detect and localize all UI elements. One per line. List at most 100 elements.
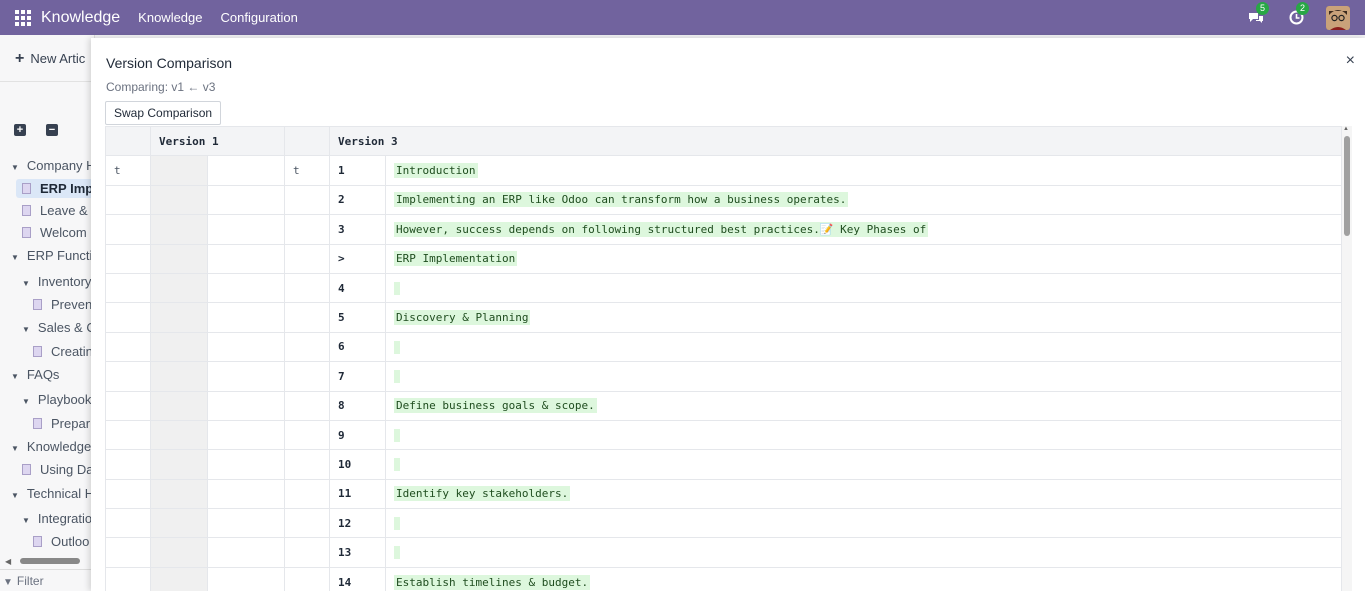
diff-vertical-scrollbar[interactable]: ▲ [1342,126,1352,591]
caret-down-icon: ▼ [22,516,30,525]
caret-down-icon: ▼ [11,163,19,172]
right-text-cell: Identify key stakeholders. [385,478,1342,510]
tree-doc-creating[interactable]: Creatin [33,344,93,359]
inserted-empty-line [394,428,401,442]
tree-folder-faqs[interactable]: ▼ FAQs [11,367,59,382]
diff-row: > ERP Implementation [105,243,1342,274]
scroll-left-icon[interactable]: ◀ [5,557,11,566]
app-brand[interactable]: Knowledge [41,9,120,27]
diff-row: 14 Establish timelines & budget. [105,566,1342,591]
caret-down-icon: ▼ [22,279,30,288]
new-article-label: New Artic [30,51,86,66]
menu-knowledge[interactable]: Knowledge [138,10,202,25]
tree-doc-outlook[interactable]: Outloo [33,534,89,549]
diff-table-container[interactable]: Version 1 Version 3 t t 1 Introduction 2 Impl… [105,126,1342,591]
tree-folder-integration[interactable]: ▼ Integratio [22,511,92,526]
document-icon [33,346,42,357]
right-marker-cell: t [284,155,331,186]
sidebar-horizontal-scrollbar[interactable]: ◀ [5,557,93,566]
tree-label: ERP Functio [26,248,95,263]
caret-down-icon: ▼ [22,325,30,334]
left-marker-cell [105,214,151,245]
user-avatar[interactable] [1326,5,1350,30]
right-line-number-cell: 2 [329,184,387,216]
inserted-text: Define business goals & scope. [394,398,597,414]
tree-doc-erp-implementation[interactable]: ERP Imp [16,179,94,198]
scrollbar-thumb[interactable] [1344,136,1350,236]
tree-label: Creatin [51,344,93,359]
inserted-text: ERP Implementation [394,251,518,267]
activities-button[interactable]: 2 [1286,1,1310,28]
messages-button[interactable]: 5 [1246,1,1270,28]
right-line-number-cell: 13 [329,537,387,568]
tree-folder-inventory[interactable]: ▼ Inventory [22,274,91,289]
right-text-cell: Discovery & Planning [385,302,1342,333]
inserted-text: Establish timelines & budget. [394,574,591,590]
tree-doc-prevent[interactable]: Preven [33,297,92,312]
left-text-cell [206,214,286,245]
diff-table: Version 1 Version 3 t t 1 Introduction 2 Impl… [105,126,1342,591]
left-line-number-cell [150,272,208,304]
right-line-number-cell: 9 [329,419,387,451]
tree-folder-technical[interactable]: ▼ Technical H [11,486,94,501]
left-text-cell [206,419,286,451]
right-line-number-cell: 7 [329,361,387,392]
right-marker-cell [284,272,331,304]
right-text-cell [385,272,1342,304]
left-line-number-cell [150,243,208,274]
right-text-cell [385,361,1342,392]
tree-doc-prepare[interactable]: Prepar [33,416,90,431]
tree-label: Technical H [26,486,95,501]
right-text-cell [385,449,1342,480]
right-line-number-cell: 8 [329,390,387,421]
close-icon[interactable]: × [1346,52,1355,70]
right-marker-cell [284,243,331,274]
messages-badge: 5 [1256,1,1270,15]
collapse-all-icon[interactable]: − [46,124,58,136]
left-line-number-cell [150,566,208,591]
right-marker-cell [284,419,331,451]
diff-row: 8 Define business goals & scope. [105,390,1342,421]
tree-label: Outloo [51,534,90,549]
tree-folder-knowledge[interactable]: ▼ Knowledge [11,439,91,454]
expand-all-icon[interactable]: + [14,124,26,136]
right-marker-cell [284,184,331,216]
diff-row: 2 Implementing an ERP like Odoo can trans… [105,184,1342,216]
right-marker-cell [284,361,331,392]
diff-row: 3 However, success depends on following s… [105,214,1342,245]
tree-doc-leave[interactable]: Leave & [22,203,88,218]
right-marker-cell [284,537,331,568]
left-text-cell [206,361,286,392]
diff-header-row: Version 1 Version 3 [105,126,1342,157]
swap-comparison-button[interactable]: Swap Comparison [105,101,222,125]
inserted-empty-line [394,546,401,560]
left-line-number-cell [150,449,208,480]
left-marker-cell [105,390,151,421]
tree-folder-playbook[interactable]: ▼ Playbook [22,392,91,407]
left-line-number-cell [150,361,208,392]
right-marker-cell [284,449,331,480]
filter-placeholder: Filter [16,574,44,588]
apps-menu-icon[interactable] [15,9,31,26]
tree-doc-welcome[interactable]: Welcom [22,225,87,240]
tree-doc-using[interactable]: Using Da [22,462,93,477]
right-line-number-cell: 4 [329,272,387,304]
scroll-up-icon[interactable]: ▲ [1343,126,1349,132]
tree-folder-sales[interactable]: ▼ Sales & C [22,320,94,335]
left-text-cell [206,449,286,480]
left-text-cell [206,331,286,363]
menu-configuration[interactable]: Configuration [221,10,298,25]
filter-input[interactable]: ▼ Filter [0,569,94,591]
tree-folder-company[interactable]: ▼ Company H [11,158,94,173]
right-line-number-cell: 5 [329,302,387,333]
new-article-button[interactable]: + New Artic [15,50,85,68]
document-icon [33,299,42,310]
left-marker-header [105,126,151,157]
document-icon [22,227,31,238]
inserted-text: Implementing an ERP like Odoo can transf… [394,192,849,208]
right-text-cell: Implementing an ERP like Odoo can transf… [385,184,1342,216]
scrollbar-thumb[interactable] [20,558,80,564]
document-icon [33,536,42,547]
tree-folder-erp-functions[interactable]: ▼ ERP Functio [11,248,95,263]
left-text-cell [206,184,286,216]
